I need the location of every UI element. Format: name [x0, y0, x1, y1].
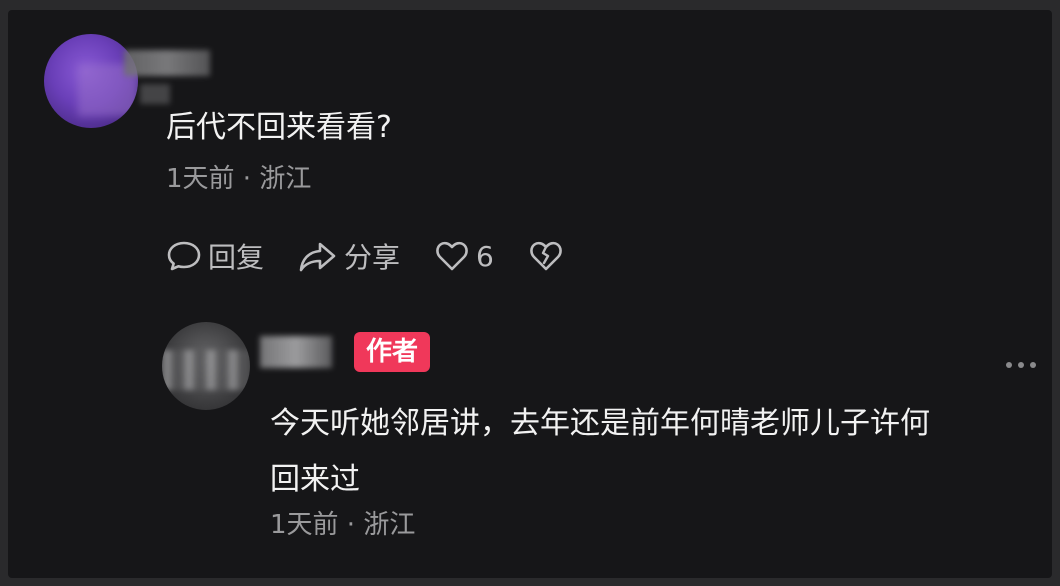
avatar-blur: [162, 350, 250, 390]
share-button[interactable]: 分享: [298, 236, 400, 276]
broken-heart-icon: [530, 241, 562, 271]
username-blurred[interactable]: [124, 50, 210, 76]
dislike-button[interactable]: [528, 238, 564, 274]
more-dots-icon[interactable]: [1004, 360, 1038, 370]
reply-label: 回复: [208, 241, 265, 274]
like-count: 6: [476, 239, 494, 273]
comment-actions: 回复 分享 6: [166, 236, 598, 276]
comment-text: 后代不回来看看?: [166, 110, 392, 145]
username-blurred[interactable]: [260, 336, 332, 368]
comment-text: 今天听她邻居讲，去年还是前年何晴老师儿子许何 回来过: [270, 396, 1030, 508]
comment-meta: 1天前 · 浙江: [270, 510, 416, 540]
comment-meta: 1天前 · 浙江: [166, 164, 312, 194]
comment-bubble-icon: [167, 241, 201, 271]
author-badge: 作者: [354, 332, 431, 372]
heart-icon: [436, 241, 468, 271]
like-button[interactable]: 6: [434, 238, 494, 274]
comment-panel: 后代不回来看看? 1天前 · 浙江 回复 分享 6 作者 今天听她邻居讲，去年还…: [8, 10, 1052, 578]
share-label: 分享: [344, 241, 401, 274]
comment-text-line: 回来过: [270, 462, 360, 497]
username-blurred-extra: [140, 84, 170, 104]
reply-button[interactable]: 回复: [166, 236, 264, 276]
comment-text-line: 今天听她邻居讲，去年还是前年何晴老师儿子许何: [270, 406, 930, 441]
share-arrow-icon: [299, 242, 336, 272]
avatar[interactable]: [162, 322, 250, 410]
avatar[interactable]: [44, 34, 138, 128]
